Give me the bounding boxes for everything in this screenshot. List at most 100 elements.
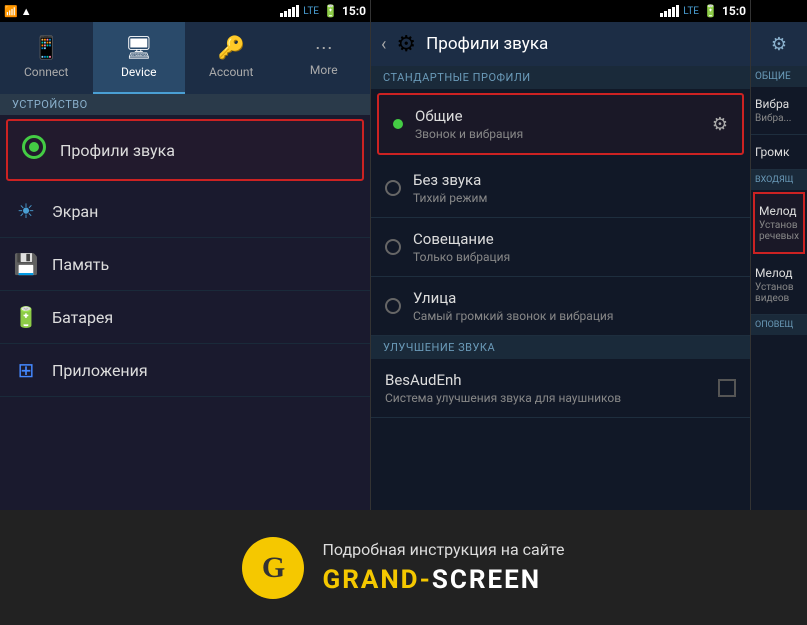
p3-vibra-sub: Вибра... (755, 113, 803, 124)
device-icon: 🖥 (125, 36, 153, 61)
profile-meeting-sub: Только вибрация (413, 250, 736, 264)
tab-device[interactable]: 🖥 Device (93, 22, 186, 94)
battery-menu-icon: 🔋 (12, 305, 40, 329)
p3-melody2-item[interactable]: Мелод Установ видеов (751, 256, 807, 315)
profile-general[interactable]: Общие Звонок и вибрация ⚙ (377, 93, 744, 155)
bottom-banner: G Подробная инструкция на сайте GRAND-SC… (0, 510, 807, 625)
tab-more[interactable]: ⋯ More (278, 22, 371, 94)
main-panels: 📶 ▲ LTE 🔋 15:0 📱 Connect 🖥 Device (0, 0, 807, 510)
banner-screen-suffix: SCREEN (432, 565, 541, 595)
status-icons-left: 📶 ▲ (4, 5, 32, 18)
menu-item-battery[interactable]: 🔋 Батарея (0, 291, 370, 344)
p3-volume-title: Громк (755, 145, 803, 159)
tab-connect-label: Connect (24, 65, 68, 79)
radio-silent (385, 180, 401, 196)
grand-logo: G (242, 537, 304, 599)
profile-silent-name: Без звука (413, 171, 736, 189)
sound-enhancement-item[interactable]: BesAudEnh Система улучшения звука для на… (371, 359, 750, 418)
menu-item-battery-label: Батарея (52, 308, 113, 327)
menu-item-screen-label: Экран (52, 202, 98, 221)
p3-gear-icon: ⚙ (771, 34, 787, 55)
enhancement-checkbox[interactable] (718, 379, 736, 397)
p3-volume-item[interactable]: Громк (751, 135, 807, 170)
p3-general-section: ОБЩИЕ (751, 66, 807, 87)
p3-melody1-item[interactable]: Мелод Установ речевых (753, 192, 805, 254)
status-bar-2: LTE 🔋 15:0 (371, 0, 750, 22)
tab-device-label: Device (121, 65, 157, 79)
tab-connect[interactable]: 📱 Connect (0, 22, 93, 94)
profile-general-name: Общие (415, 107, 700, 125)
lte-icon: LTE (303, 6, 319, 17)
profile-meeting[interactable]: Совещание Только вибрация (371, 218, 750, 277)
sound-profiles-icon (20, 135, 48, 165)
p3-vibra-item[interactable]: Вибра Вибра... (751, 87, 807, 135)
panel2-header: ‹ ⚙ Профили звука (371, 22, 750, 66)
device-section-label: УСТРОЙСТВО (0, 94, 370, 115)
account-icon: 🔑 (218, 36, 245, 61)
wifi-icon: ▲ (21, 5, 32, 18)
sim-icon: 📶 (4, 5, 18, 18)
battery-icon-2: 🔋 (703, 4, 718, 18)
menu-item-screen[interactable]: ☀ Экран (0, 185, 370, 238)
panel-sound-profiles: LTE 🔋 15:0 ‹ ⚙ Профили звука СТАНДАРТНЫЕ… (370, 0, 750, 510)
enhancement-sub: Система улучшения звука для наушников (385, 391, 706, 405)
lte-icon-2: LTE (683, 6, 699, 17)
radio-selected-indicator (393, 119, 403, 129)
banner-text-block: Подробная инструкция на сайте GRAND-SCRE… (322, 540, 564, 595)
p3-melody1-title: Мелод (759, 204, 799, 218)
time-display-2: 15:0 (722, 4, 746, 18)
menu-item-memory[interactable]: 💾 Память (0, 238, 370, 291)
tab-account[interactable]: 🔑 Account (185, 22, 278, 94)
device-menu-list: Профили звука ☀ Экран 💾 Память 🔋 Батарея… (0, 115, 370, 510)
memory-icon: 💾 (12, 252, 40, 276)
signal-bars-2 (660, 5, 679, 17)
p3-header: ⚙ (751, 22, 807, 66)
menu-item-sound-label: Профили звука (60, 141, 175, 160)
grand-logo-letter: G (262, 551, 285, 585)
profile-silent-text: Без звука Тихий режим (413, 171, 736, 205)
radio-meeting (385, 239, 401, 255)
signal-bars (280, 5, 299, 17)
profile-meeting-name: Совещание (413, 230, 736, 248)
enhancement-name: BesAudEnh (385, 371, 706, 389)
gear-icon-title: ⚙ (396, 32, 416, 57)
status-right: LTE 🔋 15:0 (280, 4, 366, 18)
status-bar-3 (751, 0, 807, 22)
apps-icon: ⊞ (12, 358, 40, 382)
banner-line1: Подробная инструкция на сайте (322, 540, 564, 559)
profile-street-name: Улица (413, 289, 736, 307)
back-button[interactable]: ‹ (381, 34, 386, 55)
connect-icon: 📱 (33, 36, 60, 61)
profile-street-text: Улица Самый громкий звонок и вибрация (413, 289, 736, 323)
tab-account-label: Account (209, 65, 253, 79)
menu-item-apps-label: Приложения (52, 361, 148, 380)
menu-item-sound-profiles[interactable]: Профили звука (6, 119, 364, 181)
menu-item-apps[interactable]: ⊞ Приложения (0, 344, 370, 397)
radio-street (385, 298, 401, 314)
menu-item-memory-label: Память (52, 255, 109, 274)
profile-street[interactable]: Улица Самый громкий звонок и вибрация (371, 277, 750, 336)
sound-enhancement-label: УЛУЧШЕНИЕ ЗВУКА (371, 336, 750, 359)
profile-meeting-text: Совещание Только вибрация (413, 230, 736, 264)
banner-line2: GRAND-SCREEN (322, 565, 564, 595)
status-bar-1: 📶 ▲ LTE 🔋 15:0 (0, 0, 370, 22)
p3-vibra-title: Вибра (755, 97, 803, 111)
time-display-1: 15:0 (342, 4, 366, 18)
profile-silent-sub: Тихий режим (413, 191, 736, 205)
p3-melody2-title: Мелод (755, 266, 803, 280)
profile-gear-icon[interactable]: ⚙ (712, 114, 728, 135)
panel2-title: Профили звука (426, 34, 548, 54)
more-icon: ⋯ (315, 38, 333, 59)
p3-incoming-section: ВХОДЯЩ (751, 170, 807, 190)
p3-melody1-sub: Установ речевых (759, 220, 799, 242)
panel-general-settings: ⚙ ОБЩИЕ Вибра Вибра... Громк ВХОДЯЩ Мело… (750, 0, 807, 510)
banner-grand-prefix: GRAND- (322, 565, 431, 595)
profile-street-sub: Самый громкий звонок и вибрация (413, 309, 736, 323)
p3-notif-section: ОПОВЕЩ (751, 315, 807, 335)
standard-profiles-label: СТАНДАРТНЫЕ ПРОФИЛИ (371, 66, 750, 89)
tab-bar: 📱 Connect 🖥 Device 🔑 Account ⋯ More (0, 22, 370, 94)
profile-silent[interactable]: Без звука Тихий режим (371, 159, 750, 218)
panel-device: 📶 ▲ LTE 🔋 15:0 📱 Connect 🖥 Device (0, 0, 370, 510)
profile-general-sub: Звонок и вибрация (415, 127, 700, 141)
p3-melody2-sub: Установ видеов (755, 282, 803, 304)
